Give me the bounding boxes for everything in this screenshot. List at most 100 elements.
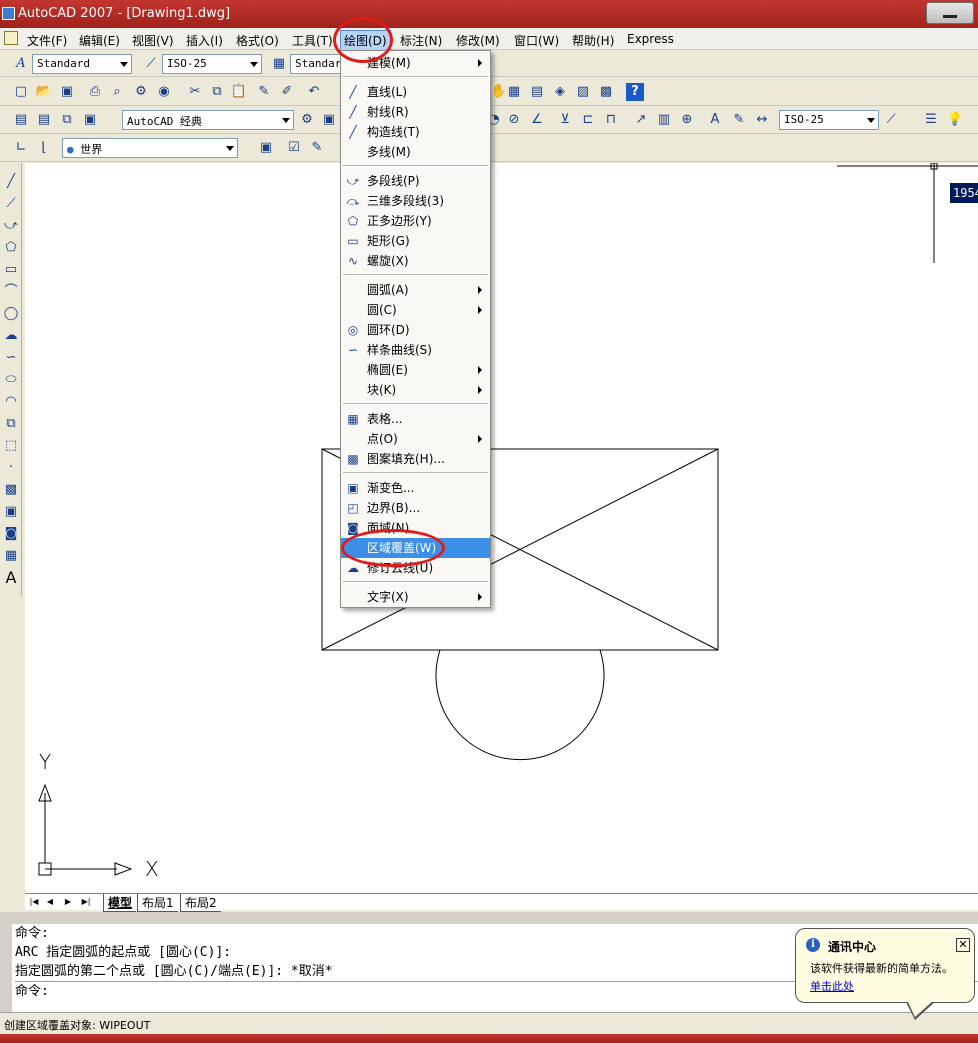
layers-icon[interactable]: ☰	[922, 111, 940, 129]
workspace-icon-3[interactable]: ⧉	[58, 111, 76, 129]
menu-window[interactable]: 窗口(W)	[514, 32, 559, 49]
block-editor-icon[interactable]: ✐	[278, 83, 296, 101]
minimize-button[interactable]	[926, 2, 974, 24]
mtext-icon[interactable]: A	[2, 569, 20, 587]
polygon-icon[interactable]: ⬠	[2, 239, 20, 257]
make-block-icon[interactable]: ⬚	[2, 437, 20, 455]
draw-menu-item[interactable]: ▣ 渐变色...	[341, 478, 490, 498]
new-icon[interactable]: ▢	[12, 83, 30, 101]
dim-style-select[interactable]: ISO-25	[162, 54, 262, 74]
autocad-app-icon[interactable]	[2, 7, 15, 20]
tab-model[interactable]: 模型	[103, 894, 137, 912]
menu-insert[interactable]: 插入(I)	[186, 32, 223, 49]
tab-next-button[interactable]: ▶	[61, 895, 75, 908]
ellipse-icon[interactable]: ⬭	[2, 371, 20, 389]
draw-menu-item[interactable]: ▩ 图案填充(H)...	[341, 449, 490, 469]
table-icon[interactable]: ▦	[2, 547, 20, 565]
line-icon[interactable]: ╱	[2, 173, 20, 191]
dim-baseline-icon[interactable]: ⊏	[579, 111, 597, 129]
workspace-save-icon[interactable]: ▣	[320, 111, 338, 129]
draw-menu-item[interactable]: ⤼ 三维多段线(3)	[341, 191, 490, 211]
layer-on-bulb-icon[interactable]: 💡	[946, 111, 964, 129]
construction-line-icon[interactable]: ⟋	[2, 195, 20, 213]
workspace-icon-4[interactable]: ▣	[81, 111, 99, 129]
revcloud-icon[interactable]: ☁	[2, 327, 20, 345]
match-prop-icon[interactable]: ✎	[255, 83, 273, 101]
polyline-icon[interactable]: ⤻	[2, 217, 20, 235]
draw-menu-item[interactable]: ╱ 直线(L)	[341, 82, 490, 102]
rectangle-icon[interactable]: ▭	[2, 261, 20, 279]
dim-style-icon[interactable]: ⟋	[142, 55, 160, 73]
workspace-settings-icon[interactable]: ⚙	[298, 111, 316, 129]
tab-first-button[interactable]: |◀	[27, 895, 41, 908]
circle-icon[interactable]: ◯	[2, 305, 20, 323]
tab-layout1[interactable]: 布局1	[137, 894, 178, 912]
drawing-canvas[interactable]: Y X	[25, 163, 978, 893]
dim-quick-icon[interactable]: ⊻	[556, 111, 574, 129]
menu-format[interactable]: 格式(O)	[236, 32, 279, 49]
menu-dimension[interactable]: 标注(N)	[400, 32, 442, 49]
dim-angular-icon[interactable]: ∠	[528, 111, 546, 129]
gradient-icon[interactable]: ▣	[2, 503, 20, 521]
circle-shape[interactable]	[435, 649, 605, 761]
zoom-window-icon[interactable]: ▤	[528, 83, 546, 101]
calculator-icon[interactable]: ▩	[597, 83, 615, 101]
arc-icon[interactable]: ⌒	[2, 283, 20, 301]
dim-style-manager-icon[interactable]: ⟋	[882, 111, 900, 129]
text-style-icon[interactable]: A	[12, 55, 30, 73]
help-icon[interactable]: ?	[626, 83, 644, 101]
center-mark-icon[interactable]: ⊕	[678, 111, 696, 129]
qleader-icon[interactable]: ↗	[632, 111, 650, 129]
draw-menu-item[interactable]: ∿ 螺旋(X)	[341, 251, 490, 271]
ucs-icon[interactable]: ∟	[12, 139, 30, 157]
draw-menu-item[interactable]: ⬠ 正多边形(Y)	[341, 211, 490, 231]
ucs-manager-icon[interactable]: ⌊	[35, 139, 53, 157]
draw-menu-item[interactable]: ╱ 构造线(T)	[341, 122, 490, 142]
dim-continue-icon[interactable]: ⊓	[602, 111, 620, 129]
menu-view[interactable]: 视图(V)	[132, 32, 174, 49]
print-icon[interactable]: ⎙	[86, 83, 104, 101]
draw-menu-item[interactable]: 块(K)	[341, 380, 490, 400]
tab-prev-button[interactable]: ◀	[43, 895, 57, 908]
cut-icon[interactable]: ✂	[186, 83, 204, 101]
draw-menu-item[interactable]: 圆(C)	[341, 300, 490, 320]
close-icon[interactable]: ✕	[956, 938, 970, 952]
dim-diameter-icon[interactable]: ⊘	[505, 111, 523, 129]
menu-modify[interactable]: 修改(M)	[456, 32, 500, 49]
draw-menu-item[interactable]: 多线(M)	[341, 142, 490, 162]
draw-menu-item[interactable]: ▭ 矩形(G)	[341, 231, 490, 251]
dim-style-select-2[interactable]: ISO-25	[779, 110, 879, 130]
draw-menu-item[interactable]: 文字(X)	[341, 587, 490, 607]
viewport-icon[interactable]: ☑	[285, 139, 303, 157]
draw-menu-item[interactable]: 椭圆(E)	[341, 360, 490, 380]
view-icon[interactable]: ▣	[257, 139, 275, 157]
draw-menu-item[interactable]: 圆弧(A)	[341, 280, 490, 300]
pencil-icon[interactable]: ✎	[308, 139, 326, 157]
text-style-select[interactable]: Standard	[32, 54, 132, 74]
ellipse-arc-icon[interactable]: ◠	[2, 393, 20, 411]
paste-icon[interactable]: 📋	[230, 83, 248, 101]
menu-express[interactable]: Express	[627, 32, 674, 46]
tab-last-button[interactable]: ▶|	[79, 895, 93, 908]
draw-menu-item[interactable]: ╱ 射线(R)	[341, 102, 490, 122]
workspace-icon-1[interactable]: ▤	[12, 111, 30, 129]
publish-icon[interactable]: ⚙	[132, 83, 150, 101]
draw-menu-item[interactable]: ▦ 表格...	[341, 409, 490, 429]
spline-icon[interactable]: ∽	[2, 349, 20, 367]
zoom-prev-icon[interactable]: ◈	[551, 83, 569, 101]
ucs-select[interactable]: ● 世界	[62, 138, 238, 158]
properties-icon[interactable]: ▨	[574, 83, 592, 101]
save-icon[interactable]: ▣	[58, 83, 76, 101]
dim-update-icon[interactable]: ↔	[753, 111, 771, 129]
document-icon[interactable]	[4, 31, 18, 45]
region-icon[interactable]: ◙	[2, 525, 20, 543]
3d-dwf-icon[interactable]: ◉	[155, 83, 173, 101]
draw-menu-item[interactable]: ◎ 圆环(D)	[341, 320, 490, 340]
insert-block-icon[interactable]: ⧉	[2, 415, 20, 433]
preview-icon[interactable]: ⌕	[108, 83, 126, 101]
dim-text-edit-icon[interactable]: ✎	[730, 111, 748, 129]
comm-center-link[interactable]: 单击此处	[810, 978, 854, 994]
draw-menu-item[interactable]: ◰ 边界(B)...	[341, 498, 490, 518]
menu-tools[interactable]: 工具(T)	[292, 32, 333, 49]
table-style-icon[interactable]: ▦	[270, 55, 288, 73]
